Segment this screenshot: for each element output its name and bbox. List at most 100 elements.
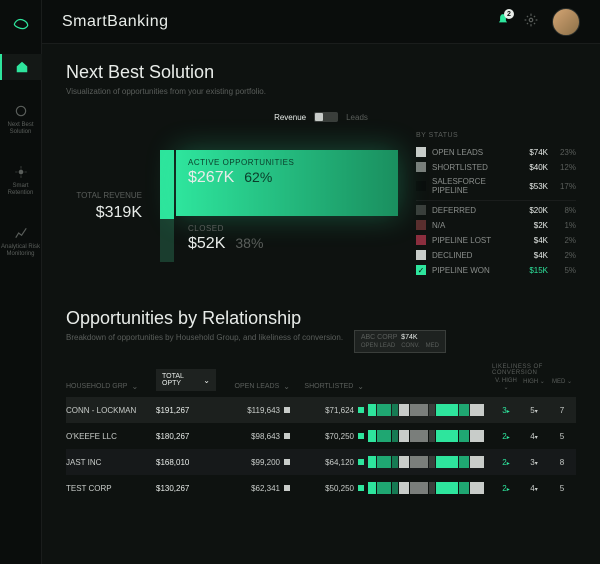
nbs-subtitle: Visualization of opportunities from your… [66,87,576,96]
revenue-leads-toggle[interactable] [314,112,338,122]
row-minibar [368,455,488,469]
status-amount: $40K [514,163,548,172]
status-amount: $74K [514,148,548,157]
status-pct: 2% [554,236,576,245]
status-row[interactable]: DECLINED $4K 2% [416,250,576,260]
table-row[interactable]: TEST CORP$130,267$62,341$50,2502▸4▾5 [66,475,576,501]
status-name: SALESFORCE PIPELINE [432,177,508,195]
status-name: N/A [432,221,508,230]
table-row[interactable]: CONN - LOCKMAN$191,267$119,643$71,6243▸5… [66,397,576,423]
status-pct: 12% [554,163,576,172]
topbar: SmartBanking 2 [42,0,600,44]
status-pct: 17% [554,182,576,191]
table-row[interactable]: O'KEEFE LLC $180,267 $98,643 $70,250 2▸4▾5 [66,423,576,449]
th-vhigh[interactable]: V. HIGH ⌄ [492,378,520,391]
th-high[interactable]: HIGH ⌄ [520,378,548,391]
closed-block[interactable]: CLOSED $52K 38% [176,216,398,262]
status-row[interactable]: ✓PIPELINE WON$15K5% [416,265,576,275]
td-shortlisted: $71,624 [294,406,364,415]
notification-badge: 2 [504,9,514,19]
brand-title: SmartBanking [62,13,169,31]
status-row[interactable]: SALESFORCE PIPELINE $53K 17% [416,177,576,195]
td-likeliness: 2▸3▾8 [492,458,576,467]
status-breakdown: BY STATUS OPEN LEADS$74K23%SHORTLISTED$4… [416,132,576,280]
status-row[interactable]: PIPELINE LOST $4K 2% [416,235,576,245]
td-likeliness: 3▸5▾7 [492,406,576,415]
nav-label: Analytical Risk Monitoring [0,244,42,257]
active-pct: 62% [244,169,272,185]
user-avatar[interactable] [552,8,580,36]
td-likeliness: 2▸4▾5 [492,432,576,441]
status-amount: $4K [514,251,548,260]
td-opty: $191,267 [156,406,216,415]
rel-title: Opportunities by Relationship [66,308,576,329]
status-name: SHORTLISTED [432,163,508,172]
status-amount: $4K [514,236,548,245]
th-med[interactable]: MED ⌄ [548,378,576,391]
th-open-leads[interactable]: OPEN LEADS⌄ [220,382,290,391]
notifications-icon[interactable]: 2 [496,13,510,30]
swatch-icon [358,485,364,491]
status-pct: 5% [554,266,576,275]
swatch-icon [358,459,364,465]
nbs-title: Next Best Solution [66,62,576,83]
td-household: CONN - LOCKMAN [66,406,152,415]
th-household-grp[interactable]: HOUSEHOLD GRP⌄ [66,382,152,391]
row-minibar [368,429,488,443]
total-revenue-value: $319K [66,204,142,222]
chart-tooltip: ABC CORP $74K OPEN LEADCONV.MED [354,330,446,353]
swatch-icon [358,433,364,439]
status-amount: $2K [514,221,548,230]
status-name: OPEN LEADS [432,148,508,157]
status-amount: $53K [514,182,548,191]
status-amount: $20K [514,206,548,215]
status-name: PIPELINE LOST [432,236,508,245]
nav-home[interactable] [0,54,42,80]
status-name: DECLINED [432,251,508,260]
td-opty: $168,010 [156,458,216,467]
closed-pct: 38% [235,235,263,251]
swatch-icon [284,407,290,413]
row-minibar [368,481,488,495]
td-open-leads: $98,643 [220,432,290,441]
status-swatch [416,162,426,172]
status-row[interactable]: SHORTLISTED $40K 12% [416,162,576,172]
status-row[interactable]: N/A $2K 1% [416,220,576,230]
th-shortlisted[interactable]: SHORTLISTED⌄ [294,382,364,391]
status-row[interactable]: DEFERRED$20K8% [416,205,576,215]
rel-subtitle: Breakdown of opportunities by Household … [66,333,576,342]
status-header: BY STATUS [416,132,576,139]
swatch-icon [284,433,290,439]
swatch-icon [358,407,364,413]
td-household: O'KEEFE LLC [66,432,152,441]
status-swatch [416,250,426,260]
td-likeliness: 2▸4▾5 [492,484,576,493]
table-row[interactable]: JAST INC$168,010$99,200$64,1202▸3▾8 [66,449,576,475]
active-amount: $267K [188,169,234,187]
toggle-label-leads: Leads [346,113,368,122]
status-name: PIPELINE WON [432,266,508,275]
sort-icon: ⌄ [357,382,364,391]
active-opportunities-block[interactable]: ACTIVE OPPORTUNITIES $267K 62% [176,150,398,216]
sort-icon: ⌄ [131,382,138,391]
td-household: TEST CORP [66,484,152,493]
status-swatch [416,235,426,245]
td-opty: $180,267 [156,432,216,441]
status-row[interactable]: OPEN LEADS$74K23% [416,147,576,157]
nav-smart-retention[interactable]: Smart Retention [0,159,42,202]
nav-analytical-risk[interactable]: Analytical Risk Monitoring [0,220,42,263]
closed-amount: $52K [188,235,225,253]
settings-icon[interactable] [524,13,538,30]
status-pct: 2% [554,251,576,260]
td-shortlisted: $70,250 [294,432,364,441]
nav-next-best-solution[interactable]: Next Best Solution [0,98,42,141]
toggle-label-revenue: Revenue [274,113,306,122]
swatch-icon [284,485,290,491]
th-total-opty[interactable]: TOTAL OPTY⌄ [156,369,216,391]
td-opty: $130,267 [156,484,216,493]
relationship-table: HOUSEHOLD GRP⌄ TOTAL OPTY⌄ OPEN LEADS⌄ S… [66,358,576,501]
status-amount: $15K [514,266,548,275]
status-pct: 1% [554,221,576,230]
total-revenue-label: TOTAL REVENUE [66,191,142,200]
status-swatch [416,181,426,191]
